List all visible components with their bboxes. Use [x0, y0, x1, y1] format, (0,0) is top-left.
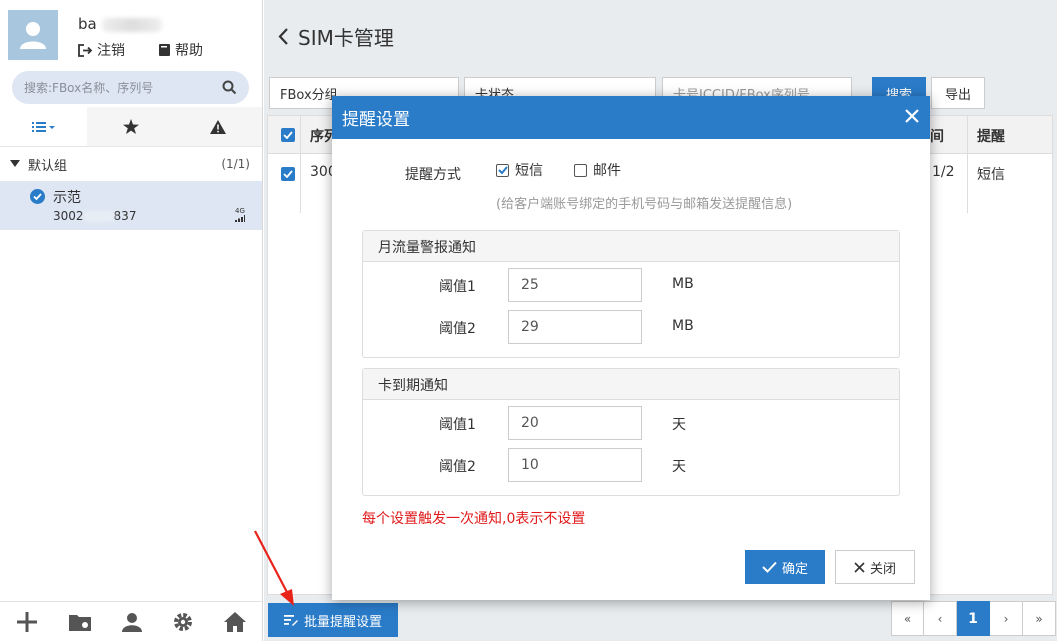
page-last[interactable]: »: [1023, 601, 1056, 636]
close-icon: [854, 561, 865, 573]
sms-checkbox[interactable]: [496, 163, 509, 177]
caret-down-icon: [10, 160, 20, 167]
close-button[interactable]: 关闭: [835, 550, 915, 584]
tab-favorites[interactable]: [87, 107, 175, 146]
select-all-checkbox[interactable]: [281, 128, 295, 142]
cell-remind: 短信: [977, 167, 1005, 183]
user-name: ba: [78, 15, 162, 33]
page-title: SIM卡管理: [278, 22, 394, 51]
dialog-title: 提醒设置: [342, 110, 410, 130]
confirm-button[interactable]: 确定: [745, 550, 825, 584]
device-name: 示范: [53, 190, 81, 206]
sidebar-bottom-bar: [0, 601, 262, 641]
add-icon[interactable]: [16, 611, 38, 633]
folder-settings-icon[interactable]: [68, 613, 91, 631]
group-default[interactable]: 默认组 (1/1): [0, 148, 262, 180]
row-checkbox[interactable]: [281, 167, 295, 181]
notify-method-label: 提醒方式: [405, 167, 461, 183]
device-search-input[interactable]: [24, 80, 222, 95]
logout-icon: [78, 43, 93, 57]
search-icon[interactable]: [222, 80, 237, 95]
email-checkbox[interactable]: [574, 163, 587, 177]
logout-link[interactable]: 注销: [78, 40, 125, 60]
book-icon: [159, 44, 170, 56]
settings-warning: 每个设置触发一次通知,0表示不设置: [362, 511, 586, 527]
sidebar: ba 注销 帮助 搜索:FBox名称、序列号 默认组 (1/1) 示范 3002…: [0, 0, 263, 641]
notify-hint: (给客户端账号绑定的手机号码与邮箱发送提醒信息): [496, 197, 793, 212]
avatar[interactable]: [8, 10, 58, 60]
expire-panel-title: 卡到期通知: [363, 369, 899, 400]
traffic-threshold-2-input[interactable]: [508, 310, 642, 344]
pagination: « ‹ 1 › »: [891, 601, 1056, 636]
home-icon[interactable]: [224, 611, 247, 632]
page-next[interactable]: ›: [990, 601, 1023, 636]
col-time-header: 间: [930, 129, 944, 145]
page-first[interactable]: «: [891, 601, 924, 636]
export-button[interactable]: 导出: [931, 77, 985, 109]
user-manage-icon[interactable]: [121, 612, 142, 632]
expire-threshold-1-input[interactable]: [508, 406, 642, 440]
page-current[interactable]: 1: [957, 601, 990, 636]
sidebar-tabs: [0, 107, 262, 147]
email-option[interactable]: 邮件: [574, 160, 621, 180]
device-search-box: [12, 71, 249, 104]
traffic-threshold-1-input[interactable]: [508, 268, 642, 302]
back-icon[interactable]: [278, 28, 288, 45]
help-link[interactable]: 帮助: [158, 40, 203, 60]
dialog-close-icon[interactable]: [904, 107, 920, 129]
tab-list[interactable]: [0, 107, 88, 146]
list-icon: [31, 121, 55, 132]
expire-threshold-2: 阈值2 天: [363, 448, 899, 482]
device-serial: 3002 837: [53, 209, 137, 223]
traffic-threshold-1: 阈值1 MB: [363, 268, 899, 302]
page-prev[interactable]: ‹: [924, 601, 957, 636]
col-remind-header: 提醒: [977, 129, 1005, 145]
annotation-arrow: [254, 530, 294, 606]
batch-remind-button[interactable]: 批量提醒设置: [268, 603, 398, 637]
cell-date: 1/2: [932, 164, 955, 180]
list-edit-icon: [283, 615, 298, 626]
traffic-alert-panel: 月流量警报通知 阈值1 MB 阈值2 MB: [362, 230, 900, 358]
star-icon: [122, 119, 139, 134]
traffic-panel-title: 月流量警报通知: [363, 231, 899, 262]
check-icon: [762, 561, 777, 573]
gear-icon[interactable]: [173, 612, 193, 632]
user-icon: [20, 22, 46, 49]
device-item[interactable]: 示范 3002 837 4G: [0, 181, 262, 230]
sms-option[interactable]: 短信: [496, 160, 543, 180]
expire-threshold-2-input[interactable]: [508, 448, 642, 482]
tab-alerts[interactable]: [174, 107, 262, 146]
warning-icon: [210, 119, 227, 134]
remind-settings-dialog: 提醒设置 提醒方式 短信 邮件 (给客户端账号绑定的手机号码与邮箱发送提醒信息)…: [332, 96, 930, 600]
signal-icon: 4G: [235, 207, 245, 224]
expire-alert-panel: 卡到期通知 阈值1 天 阈值2 天: [362, 368, 900, 496]
traffic-threshold-2: 阈值2 MB: [363, 310, 899, 344]
check-circle-icon: [30, 189, 45, 204]
expire-threshold-1: 阈值1 天: [363, 406, 899, 440]
dialog-header: 提醒设置: [332, 96, 930, 139]
